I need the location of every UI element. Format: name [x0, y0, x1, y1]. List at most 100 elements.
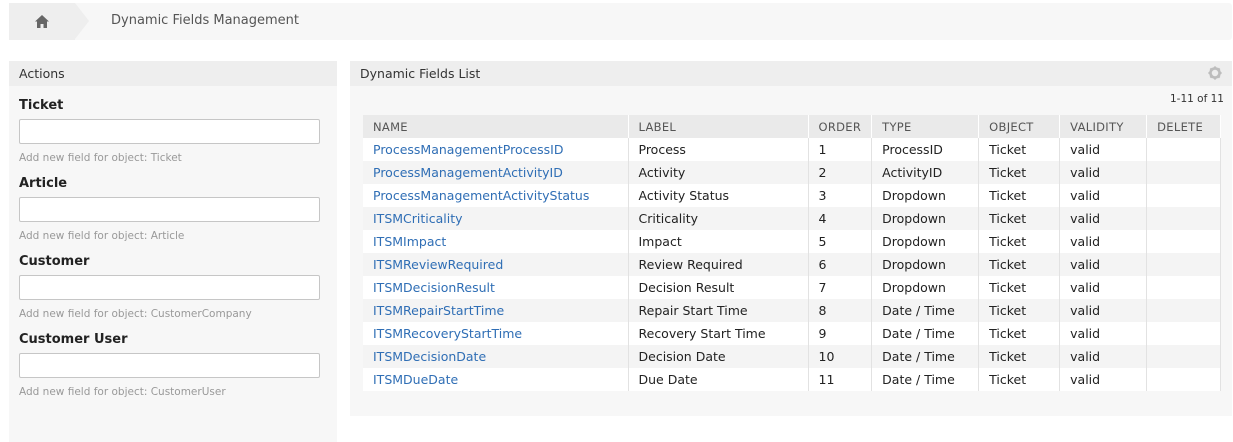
cell-delete [1146, 276, 1221, 299]
field-name-link[interactable]: ITSMImpact [373, 234, 446, 249]
cell-object: Ticket [978, 207, 1061, 230]
column-header-object: OBJECT [978, 115, 1061, 138]
add-field-ticket-select[interactable] [19, 119, 320, 144]
add-field-article-select[interactable] [19, 197, 320, 222]
cell-type: Dropdown [871, 276, 980, 299]
cell-validity: valid [1059, 138, 1148, 161]
cell-validity: valid [1059, 299, 1148, 322]
table-row[interactable]: ProcessManagementActivityID Activity 2 A… [363, 161, 1221, 184]
field-name-link[interactable]: ProcessManagementActivityStatus [373, 188, 589, 203]
field-name-link[interactable]: ITSMDecisionResult [373, 280, 495, 295]
cell-type: Date / Time [871, 322, 980, 345]
panel-header: Dynamic Fields List [350, 61, 1232, 86]
cell-order: 6 [808, 253, 873, 276]
cell-delete [1146, 322, 1221, 345]
table-header-row: NAME LABEL ORDER TYPE OBJECT VALIDITY DE… [363, 115, 1221, 138]
column-header-type: TYPE [871, 115, 980, 138]
cell-order: 2 [808, 161, 873, 184]
cell-object: Ticket [978, 230, 1061, 253]
cell-type: Date / Time [871, 368, 980, 391]
cell-label: Impact [628, 230, 809, 253]
pagination-info: 1-11 of 11 [1170, 93, 1224, 105]
group-hint: Add new field for object: CustomerUser [19, 386, 226, 398]
cell-label: Due Date [628, 368, 809, 391]
cell-name: ITSMDecisionResult [363, 276, 629, 299]
table-row[interactable]: ITSMImpact Impact 5 Dropdown Ticket vali… [363, 230, 1221, 253]
cell-label: Recovery Start Time [628, 322, 809, 345]
field-name-link[interactable]: ITSMRepairStartTime [373, 303, 504, 318]
cell-delete [1146, 161, 1221, 184]
cell-type: Date / Time [871, 345, 980, 368]
cell-delete [1146, 184, 1221, 207]
cell-type: Dropdown [871, 253, 980, 276]
field-name-link[interactable]: ITSMReviewRequired [373, 257, 503, 272]
gear-icon[interactable] [1208, 66, 1222, 80]
cell-label: Process [628, 138, 809, 161]
cell-label: Activity [628, 161, 809, 184]
cell-label: Decision Date [628, 345, 809, 368]
group-title: Customer User [19, 332, 128, 347]
cell-type: ProcessID [871, 138, 980, 161]
cell-name: ITSMRecoveryStartTime [363, 322, 629, 345]
cell-delete [1146, 253, 1221, 276]
cell-delete [1146, 138, 1221, 161]
table-row[interactable]: ITSMRecoveryStartTime Recovery Start Tim… [363, 322, 1221, 345]
cell-object: Ticket [978, 345, 1061, 368]
cell-validity: valid [1059, 161, 1148, 184]
table-row[interactable]: ITSMRepairStartTime Repair Start Time 8 … [363, 299, 1221, 322]
field-name-link[interactable]: ProcessManagementActivityID [373, 165, 563, 180]
table-row[interactable]: ITSMDecisionDate Decision Date 10 Date /… [363, 345, 1221, 368]
dynamic-fields-table: NAME LABEL ORDER TYPE OBJECT VALIDITY DE… [363, 115, 1221, 391]
cell-delete [1146, 230, 1221, 253]
table-row[interactable]: ITSMDecisionResult Decision Result 7 Dro… [363, 276, 1221, 299]
cell-validity: valid [1059, 345, 1148, 368]
cell-object: Ticket [978, 184, 1061, 207]
field-name-link[interactable]: ITSMCriticality [373, 211, 463, 226]
table-row[interactable]: ITSMReviewRequired Review Required 6 Dro… [363, 253, 1221, 276]
cell-delete [1146, 368, 1221, 391]
cell-order: 4 [808, 207, 873, 230]
cell-order: 5 [808, 230, 873, 253]
cell-label: Repair Start Time [628, 299, 809, 322]
cell-object: Ticket [978, 322, 1061, 345]
table-row[interactable]: ITSMCriticality Criticality 4 Dropdown T… [363, 207, 1221, 230]
group-article: Article Add new field for object: Articl… [9, 176, 337, 242]
cell-name: ITSMCriticality [363, 207, 629, 230]
cell-order: 9 [808, 322, 873, 345]
field-name-link[interactable]: ProcessManagementProcessID [373, 142, 564, 157]
cell-name: ProcessManagementProcessID [363, 138, 629, 161]
column-header-name: NAME [363, 115, 629, 138]
breadcrumb-current: Dynamic Fields Management [111, 13, 300, 28]
cell-object: Ticket [978, 276, 1061, 299]
group-title: Customer [19, 254, 90, 269]
cell-object: Ticket [978, 138, 1061, 161]
column-header-order: ORDER [808, 115, 873, 138]
field-name-link[interactable]: ITSMRecoveryStartTime [373, 326, 522, 341]
cell-name: ITSMImpact [363, 230, 629, 253]
field-name-link[interactable]: ITSMDueDate [373, 372, 458, 387]
cell-validity: valid [1059, 276, 1148, 299]
cell-label: Review Required [628, 253, 809, 276]
table-row[interactable]: ProcessManagementActivityStatus Activity… [363, 184, 1221, 207]
table-row[interactable]: ITSMDueDate Due Date 11 Date / Time Tick… [363, 368, 1221, 391]
cell-name: ProcessManagementActivityID [363, 161, 629, 184]
cell-type: Date / Time [871, 299, 980, 322]
group-customer: Customer Add new field for object: Custo… [9, 254, 337, 320]
column-header-validity: VALIDITY [1059, 115, 1148, 138]
panel-title: Dynamic Fields List [360, 66, 481, 81]
cell-label: Decision Result [628, 276, 809, 299]
sidebar-title: Actions [9, 61, 337, 86]
cell-name: ProcessManagementActivityStatus [363, 184, 629, 207]
breadcrumb-home[interactable] [9, 3, 89, 40]
cell-validity: valid [1059, 322, 1148, 345]
cell-type: Dropdown [871, 230, 980, 253]
cell-label: Activity Status [628, 184, 809, 207]
table-row[interactable]: ProcessManagementProcessID Process 1 Pro… [363, 138, 1221, 161]
add-field-customer-user-select[interactable] [19, 353, 320, 378]
add-field-customer-select[interactable] [19, 275, 320, 300]
group-hint: Add new field for object: Ticket [19, 152, 182, 164]
actions-sidebar: Actions Ticket Add new field for object:… [9, 61, 337, 442]
cell-delete [1146, 345, 1221, 368]
field-name-link[interactable]: ITSMDecisionDate [373, 349, 486, 364]
cell-order: 1 [808, 138, 873, 161]
